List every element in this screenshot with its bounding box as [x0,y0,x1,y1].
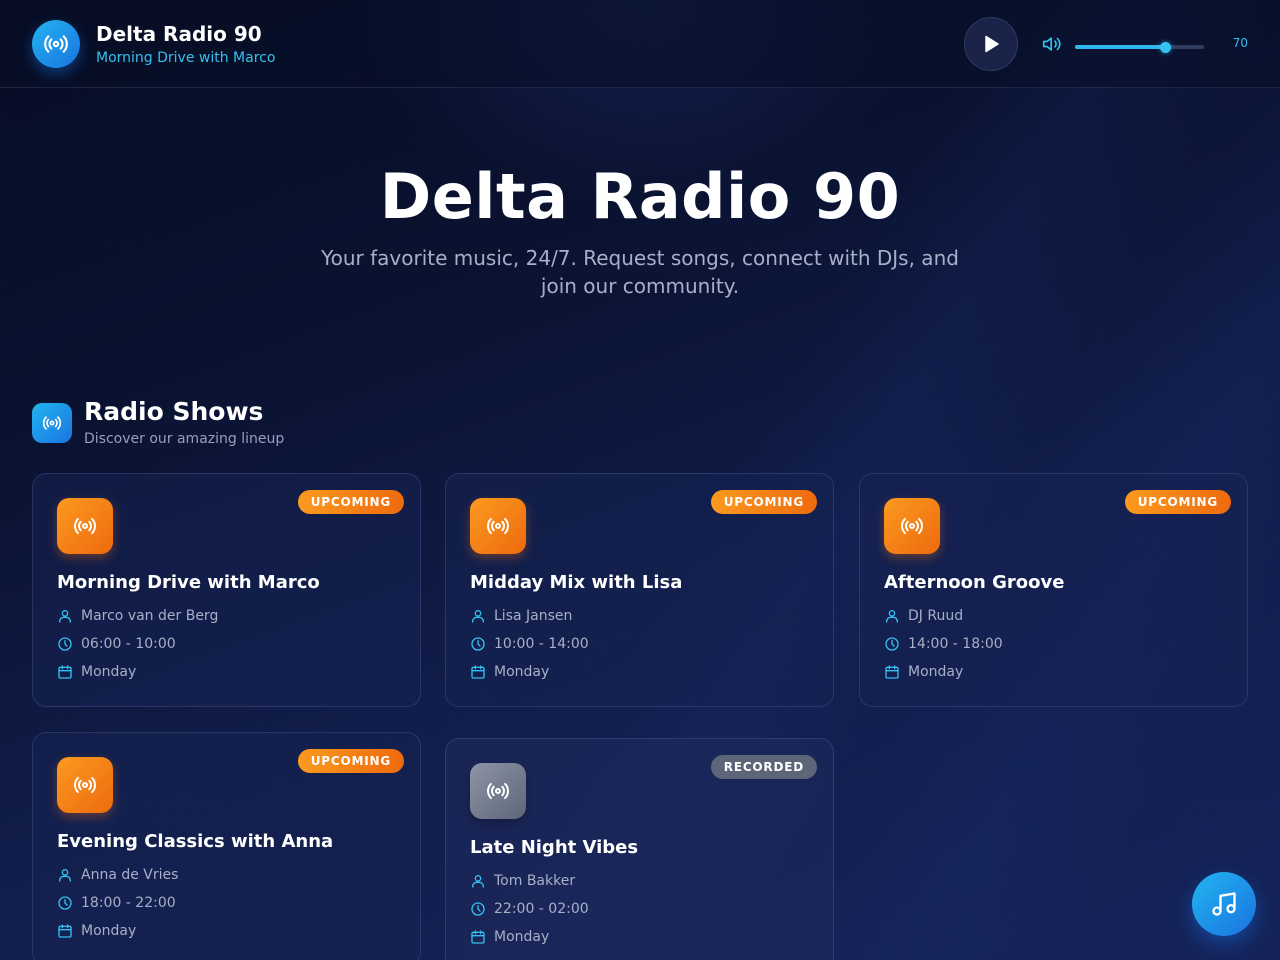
status-badge: UPCOMING [297,749,404,773]
show-day: Monday [908,664,964,680]
status-badge: UPCOMING [1124,490,1231,514]
user-icon [472,875,484,888]
music-request-button[interactable] [1192,872,1256,936]
show-day: Monday [81,664,137,680]
calendar-icon [885,665,899,679]
show-time-row: 06:00 - 10:00 [57,634,176,654]
show-icon [57,757,113,813]
show-time-row: 22:00 - 02:00 [470,899,589,919]
calendar-icon [58,924,72,938]
show-icon [470,763,526,819]
show-host-row: Anna de Vries [57,865,178,885]
status-badge: RECORDED [710,755,817,779]
clock-icon [471,902,485,916]
show-icon [57,498,113,554]
volume-value: 70 [1232,36,1248,50]
show-time: 22:00 - 02:00 [494,901,589,917]
user-icon [886,610,898,623]
show-host-row: DJ Ruud [884,606,963,626]
clock-icon [471,637,485,651]
show-time-row: 14:00 - 18:00 [884,634,1003,654]
radio-broadcast-icon [74,517,96,535]
show-day-row: Monday [470,927,549,947]
show-day-row: Monday [884,662,963,682]
hero-subtitle: Your favorite music, 24/7. Request songs… [321,246,959,298]
show-day: Monday [494,929,550,945]
play-icon [985,35,999,53]
show-host: Marco van der Berg [81,608,219,624]
show-title: Morning Drive with Marco [57,572,320,593]
show-title: Afternoon Groove [884,572,1065,593]
show-host: Anna de Vries [81,867,179,883]
section-icon [32,403,72,443]
show-day: Monday [81,923,137,939]
station-logo[interactable] [32,20,80,68]
status-badge: UPCOMING [297,490,404,514]
radio-broadcast-icon [901,517,923,535]
show-time: 10:00 - 14:00 [494,636,589,652]
show-host: Lisa Jansen [494,608,573,624]
play-button[interactable] [964,17,1018,71]
show-day-row: Monday [57,662,136,682]
show-day-row: Monday [57,921,136,941]
show-host-row: Marco van der Berg [57,606,218,626]
user-icon [472,610,484,623]
show-title: Evening Classics with Anna [57,831,334,852]
show-time: 14:00 - 18:00 [908,636,1003,652]
volume-slider-thumb[interactable] [1160,42,1172,53]
show-card[interactable]: UPCOMING Evening Classics with Anna Anna… [32,732,421,960]
radio-broadcast-icon [74,776,96,794]
volume-slider[interactable] [1075,42,1204,53]
radio-broadcast-icon [42,416,62,430]
show-time: 06:00 - 10:00 [81,636,176,652]
volume-icon[interactable] [1042,34,1062,54]
clock-icon [58,896,72,910]
radio-broadcast-icon [44,35,68,53]
show-card[interactable]: UPCOMING Midday Mix with Lisa Lisa Janse… [445,473,834,707]
show-icon [470,498,526,554]
show-host: DJ Ruud [908,608,964,624]
user-icon [59,610,71,623]
clock-icon [885,637,899,651]
section-subtitle: Discover our amazing lineup [84,431,285,447]
hero-title: Delta Radio 90 [379,160,901,233]
show-card[interactable]: UPCOMING Morning Drive with Marco Marco … [32,473,421,707]
user-icon [59,869,71,882]
show-host: Tom Bakker [494,873,576,889]
show-time-row: 10:00 - 14:00 [470,634,589,654]
calendar-icon [471,930,485,944]
radio-broadcast-icon [487,517,509,535]
calendar-icon [471,665,485,679]
section-title: Radio Shows [84,397,264,426]
status-badge: UPCOMING [710,490,817,514]
radio-broadcast-icon [487,782,509,800]
show-title: Late Night Vibes [470,837,639,858]
show-day-row: Monday [470,662,549,682]
show-icon [884,498,940,554]
show-host-row: Tom Bakker [470,871,575,891]
show-card[interactable]: UPCOMING Afternoon Groove DJ Ruud 14:00 … [859,473,1248,707]
show-time-row: 18:00 - 22:00 [57,893,176,913]
show-title: Midday Mix with Lisa [470,572,683,593]
clock-icon [58,637,72,651]
calendar-icon [58,665,72,679]
show-card[interactable]: RECORDED Late Night Vibes Tom Bakker 22:… [445,738,834,960]
top-bar: Delta Radio 90 Morning Drive with Marco … [0,0,1280,88]
show-time: 18:00 - 22:00 [81,895,176,911]
station-name: Delta Radio 90 [96,22,262,46]
show-host-row: Lisa Jansen [470,606,572,626]
show-day: Monday [494,664,550,680]
volume-slider-fill [1075,45,1166,49]
music-note-icon [1212,892,1236,916]
now-playing-label: Morning Drive with Marco [96,50,276,66]
